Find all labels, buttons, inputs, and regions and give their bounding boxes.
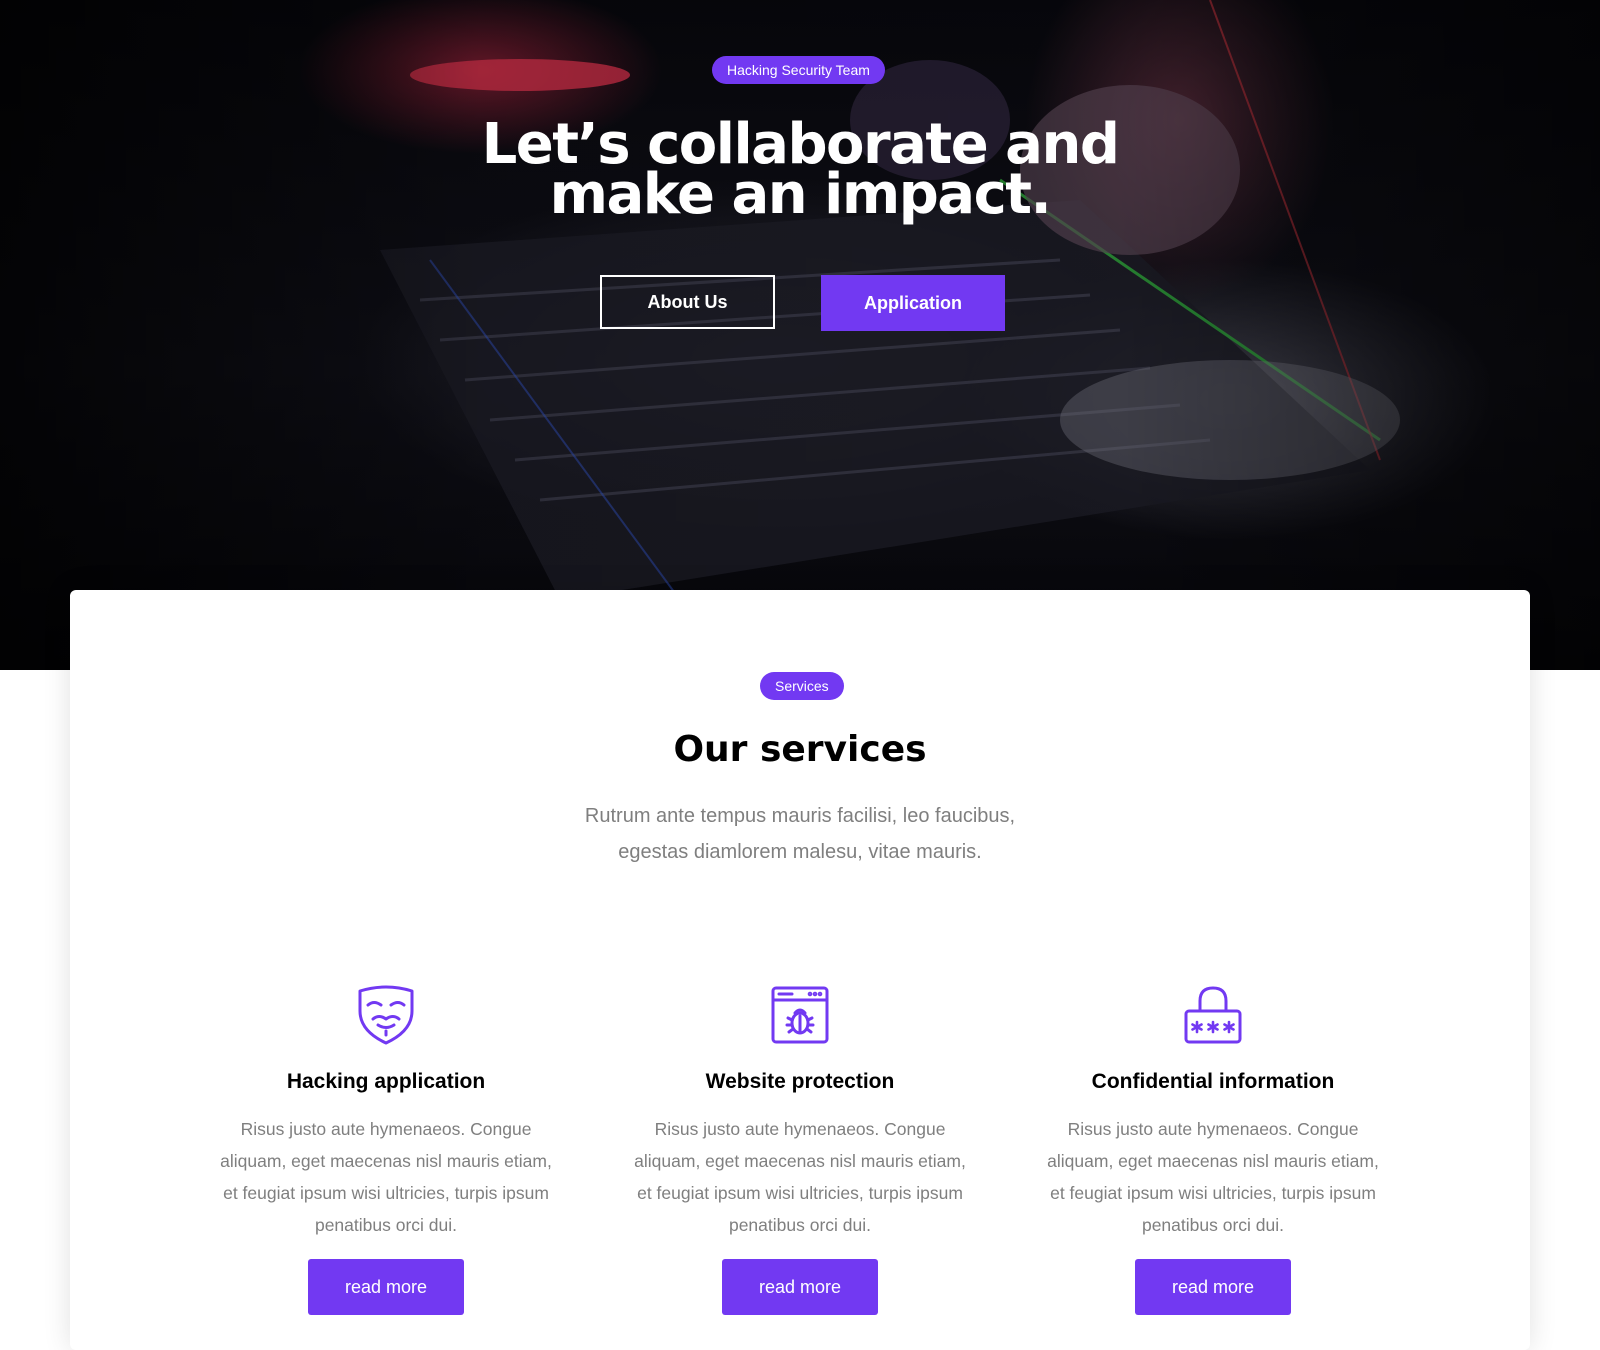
application-button[interactable]: Application — [821, 275, 1005, 331]
hero-tag-badge: Hacking Security Team — [712, 56, 885, 84]
password-lock-icon — [1184, 986, 1242, 1044]
services-heading: Our services — [673, 729, 927, 770]
read-more-button[interactable]: read more — [1135, 1259, 1291, 1315]
service-description: Risus justo aute hymenaeos. Congue aliqu… — [220, 1119, 552, 1235]
read-more-button[interactable]: read more — [308, 1259, 464, 1315]
services-subtitle: Rutrum ante tempus mauris facilisi, leo … — [560, 798, 1040, 870]
hero-headline-line-2: make an impact. — [549, 162, 1052, 227]
services-subtitle-line-2: egestas diamlorem malesu, vitae mauris. — [618, 841, 982, 863]
service-title: Confidential information — [1091, 1070, 1335, 1093]
anonymous-mask-icon — [358, 985, 414, 1045]
hero-section: Hacking Security Team Let’s collaborate … — [0, 0, 1600, 670]
read-more-button[interactable]: read more — [722, 1259, 878, 1315]
service-item-hacking-application: Hacking application Risus justo aute hym… — [206, 985, 566, 1315]
services-subtitle-line-1: Rutrum ante tempus mauris facilisi, leo … — [584, 805, 1016, 827]
service-title: Website protection — [705, 1070, 895, 1093]
service-item-website-protection: Website protection Risus justo aute hyme… — [620, 985, 980, 1315]
hero-headline: Let’s collaborate and make an impact. — [400, 117, 1200, 223]
service-description: Risus justo aute hymenaeos. Congue aliqu… — [634, 1119, 966, 1235]
hero-overlay — [0, 0, 1600, 670]
service-title: Hacking application — [286, 1070, 486, 1093]
service-item-confidential-information: Confidential information Risus justo aut… — [1033, 985, 1393, 1315]
service-description: Risus justo aute hymenaeos. Congue aliqu… — [1047, 1119, 1379, 1235]
services-tag-badge: Services — [760, 672, 844, 700]
browser-bug-icon — [771, 986, 829, 1044]
about-us-button[interactable]: About Us — [600, 275, 775, 329]
